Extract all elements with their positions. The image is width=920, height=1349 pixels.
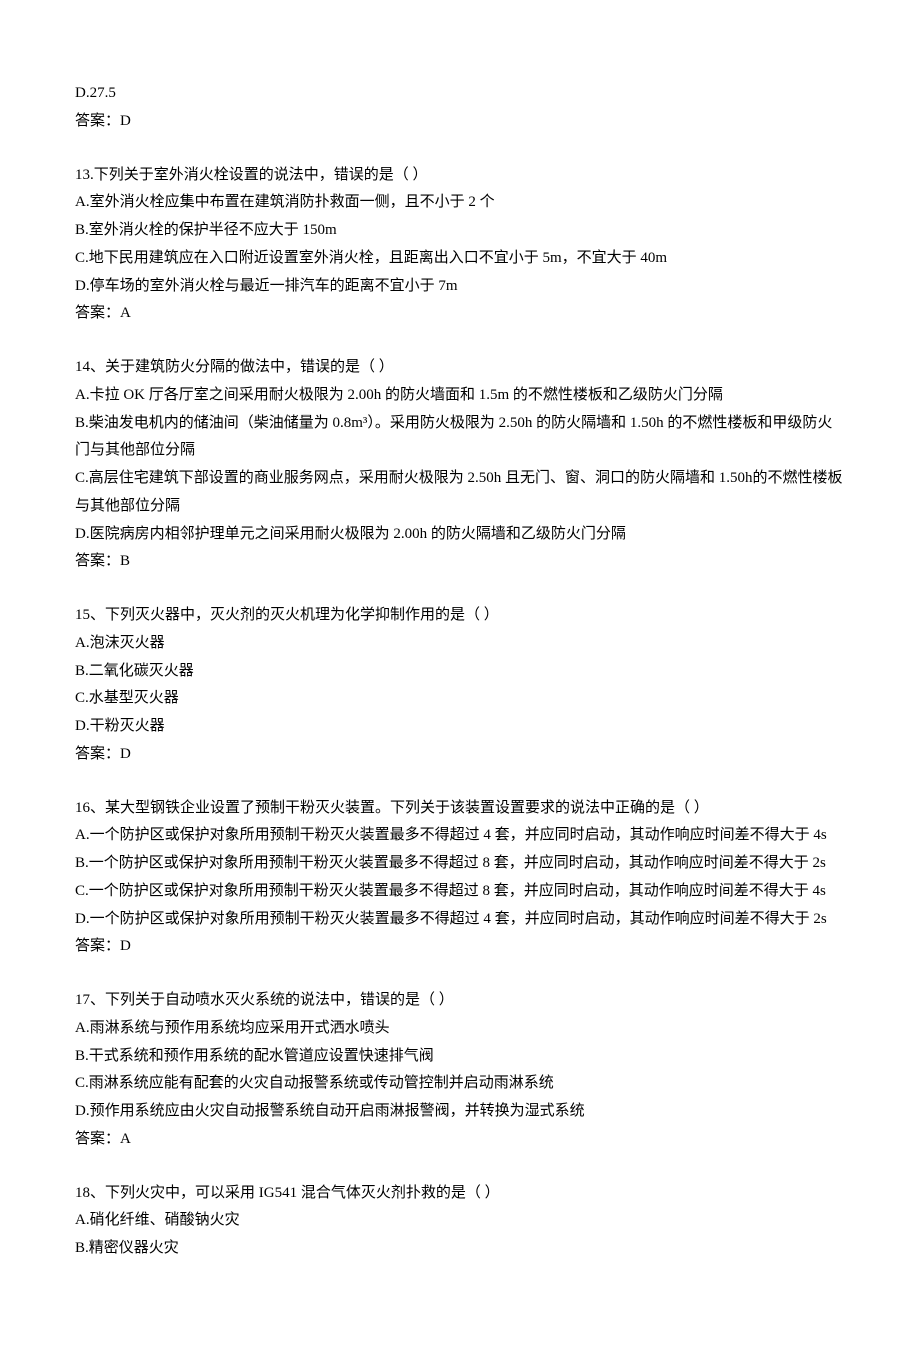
answer-text: 答案：D	[75, 108, 845, 136]
option-b: B.一个防护区或保护对象所用预制干粉灭火装置最多不得超过 8 套，并应同时启动，…	[75, 850, 845, 878]
option-d: D.预作用系统应由火灾自动报警系统自动开启雨淋报警阀，并转换为湿式系统	[75, 1098, 845, 1126]
question-stem: 18、下列火灾中，可以采用 IG541 混合气体灭火剂扑救的是（ ）	[75, 1180, 845, 1208]
option-c: C.高层住宅建筑下部设置的商业服务网点，采用耐火极限为 2.50h 且无门、窗、…	[75, 465, 845, 521]
answer-text: 答案：D	[75, 741, 845, 769]
option-b: B.二氧化碳灭火器	[75, 658, 845, 686]
option-a: A.一个防护区或保护对象所用预制干粉灭火装置最多不得超过 4 套，并应同时启动，…	[75, 822, 845, 850]
question-17: 17、下列关于自动喷水灭火系统的说法中，错误的是（ ） A.雨淋系统与预作用系统…	[75, 987, 845, 1154]
option-c: C.一个防护区或保护对象所用预制干粉灭火装置最多不得超过 8 套，并应同时启动，…	[75, 878, 845, 906]
question-13: 13.下列关于室外消火栓设置的说法中，错误的是（ ） A.室外消火栓应集中布置在…	[75, 162, 845, 329]
question-14: 14、关于建筑防火分隔的做法中，错误的是（ ） A.卡拉 OK 厅各厅室之间采用…	[75, 354, 845, 576]
option-d: D.医院病房内相邻护理单元之间采用耐火极限为 2.00h 的防火隔墙和乙级防火门…	[75, 521, 845, 549]
question-15: 15、下列灭火器中，灭火剂的灭火机理为化学抑制作用的是（ ） A.泡沫灭火器 B…	[75, 602, 845, 769]
answer-text: 答案：B	[75, 548, 845, 576]
option-a: A.卡拉 OK 厅各厅室之间采用耐火极限为 2.00h 的防火墙面和 1.5m …	[75, 382, 845, 410]
option-c: C.地下民用建筑应在入口附近设置室外消火栓，且距离出入口不宜小于 5m，不宜大于…	[75, 245, 845, 273]
option-a: A.硝化纤维、硝酸钠火灾	[75, 1207, 845, 1235]
option-d: D.干粉灭火器	[75, 713, 845, 741]
option-d: D.27.5	[75, 80, 845, 108]
option-b: B.干式系统和预作用系统的配水管道应设置快速排气阀	[75, 1043, 845, 1071]
option-d: D.一个防护区或保护对象所用预制干粉灭火装置最多不得超过 4 套，并应同时启动，…	[75, 906, 845, 934]
option-c: C.雨淋系统应能有配套的火灾自动报警系统或传动管控制并启动雨淋系统	[75, 1070, 845, 1098]
answer-text: 答案：A	[75, 1126, 845, 1154]
question-stem: 16、某大型钢铁企业设置了预制干粉灭火装置。下列关于该装置设置要求的说法中正确的…	[75, 795, 845, 823]
option-b: B.精密仪器火灾	[75, 1235, 845, 1263]
option-b: B.室外消火栓的保护半径不应大于 150m	[75, 217, 845, 245]
option-c: C.水基型灭火器	[75, 685, 845, 713]
option-a: A.泡沫灭火器	[75, 630, 845, 658]
question-stem: 17、下列关于自动喷水灭火系统的说法中，错误的是（ ）	[75, 987, 845, 1015]
option-a: A.室外消火栓应集中布置在建筑消防扑救面一侧，且不小于 2 个	[75, 189, 845, 217]
question-16: 16、某大型钢铁企业设置了预制干粉灭火装置。下列关于该装置设置要求的说法中正确的…	[75, 795, 845, 962]
option-b: B.柴油发电机内的储油间（柴油储量为 0.8m³）。采用防火极限为 2.50h …	[75, 410, 845, 466]
question-stem: 14、关于建筑防火分隔的做法中，错误的是（ ）	[75, 354, 845, 382]
question-stem: 15、下列灭火器中，灭火剂的灭火机理为化学抑制作用的是（ ）	[75, 602, 845, 630]
question-18: 18、下列火灾中，可以采用 IG541 混合气体灭火剂扑救的是（ ） A.硝化纤…	[75, 1180, 845, 1263]
option-a: A.雨淋系统与预作用系统均应采用开式洒水喷头	[75, 1015, 845, 1043]
answer-text: 答案：D	[75, 933, 845, 961]
question-12-tail: D.27.5 答案：D	[75, 80, 845, 136]
question-stem: 13.下列关于室外消火栓设置的说法中，错误的是（ ）	[75, 162, 845, 190]
answer-text: 答案：A	[75, 300, 845, 328]
option-d: D.停车场的室外消火栓与最近一排汽车的距离不宜小于 7m	[75, 273, 845, 301]
